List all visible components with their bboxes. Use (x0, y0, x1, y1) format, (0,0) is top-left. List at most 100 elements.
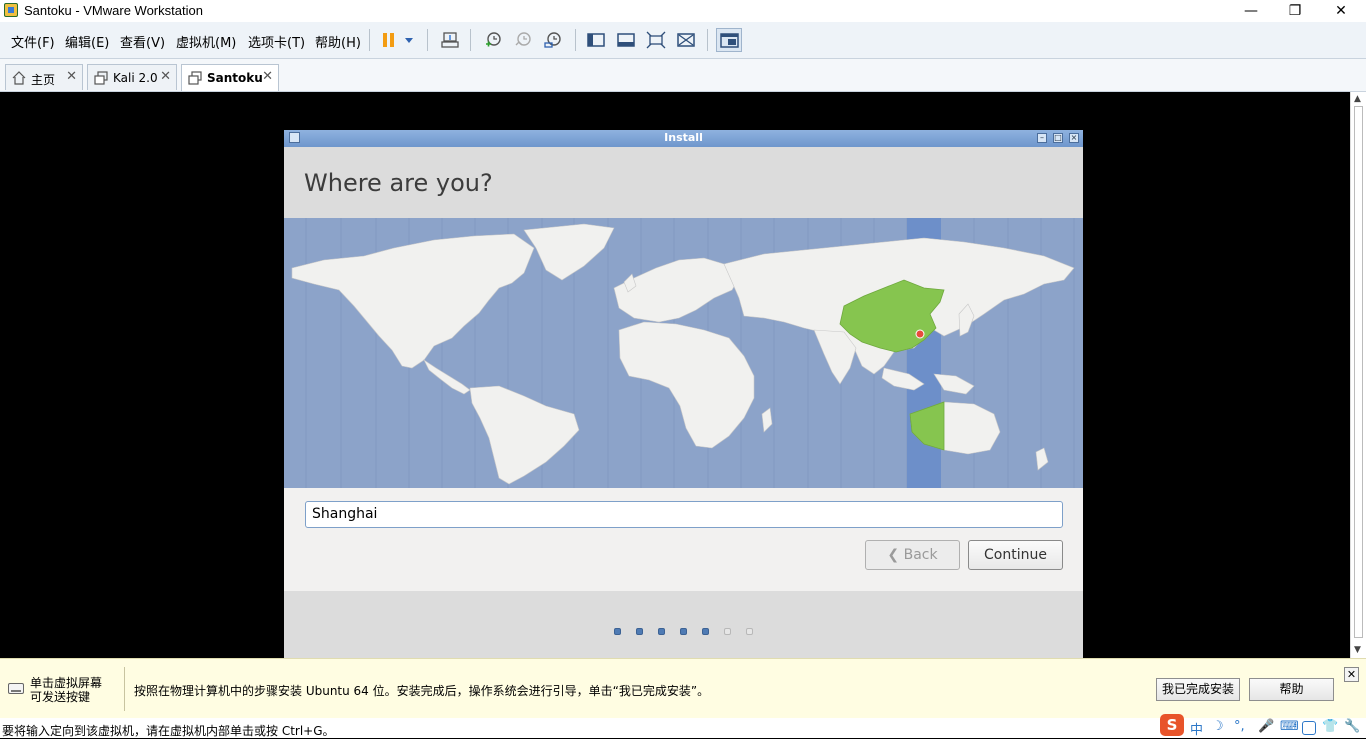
sogou-logo-icon[interactable]: S (1160, 714, 1184, 736)
library-view-button[interactable] (716, 28, 742, 52)
installer-titlebar: Install – □ × (284, 130, 1083, 147)
close-tab-icon[interactable]: ✕ (66, 69, 77, 84)
pause-dropdown-button[interactable] (400, 28, 418, 52)
scroll-up-icon[interactable]: ▲ (1354, 94, 1361, 104)
installer-close-button[interactable]: × (1069, 133, 1079, 143)
vm-icon (94, 71, 108, 85)
progress-dot (680, 628, 687, 635)
install-instruction-text: 按照在物理计算机中的步骤安装 Ubuntu 64 位。安装完成后，操作系统会进行… (134, 684, 710, 698)
vm-icon (188, 71, 202, 85)
location-marker-icon[interactable] (915, 329, 925, 339)
progress-dot (702, 628, 709, 635)
menu-tabs[interactable]: 选项卡(T) (248, 32, 305, 51)
vmware-app-icon (4, 3, 18, 17)
tab-bar: 主页 ✕ Kali 2.0 ✕ Santoku ✕ (0, 59, 1366, 92)
toolbar-separator (427, 29, 428, 51)
menu-vm[interactable]: 虚拟机(M) (176, 32, 236, 51)
timezone-world-map[interactable] (284, 218, 1083, 488)
ime-keyboard-icon[interactable]: ⌨ (1280, 719, 1299, 734)
close-button[interactable]: ✕ (1318, 0, 1364, 22)
scrollbar-thumb[interactable] (1354, 106, 1363, 638)
continue-button[interactable]: Continue (968, 540, 1063, 570)
menu-help[interactable]: 帮助(H) (315, 32, 361, 51)
toolbar-separator (369, 29, 370, 51)
tab-santoku[interactable]: Santoku ✕ (181, 64, 279, 91)
menu-toolbar: 文件(F) 编辑(E) 查看(V) 虚拟机(M) 选项卡(T) 帮助(H) (0, 22, 1366, 59)
ime-user-icon[interactable] (1302, 721, 1316, 735)
unity-button[interactable] (673, 28, 699, 52)
snapshot-manager-button[interactable] (540, 28, 566, 52)
ime-skin-icon[interactable]: 👕 (1322, 719, 1338, 734)
console-view-icon (617, 33, 635, 47)
tab-label: Santoku (207, 71, 263, 85)
progress-dot (614, 628, 621, 635)
dropdown-icon (405, 38, 413, 43)
back-button[interactable]: ❮ Back (865, 540, 960, 570)
snapshot-manager-icon (544, 32, 561, 48)
pause-button[interactable] (378, 28, 398, 52)
progress-dot (658, 628, 665, 635)
take-snapshot-button[interactable] (480, 28, 506, 52)
toolbar-separator (470, 29, 471, 51)
fullscreen-icon (646, 31, 666, 49)
fullscreen-button[interactable] (643, 28, 669, 52)
sidebar-toggle-button[interactable] (583, 28, 609, 52)
snapshot-revert-icon (515, 32, 531, 46)
status-text: 要将输入定向到该虚拟机，请在虚拟机内部单击或按 Ctrl+G。 (2, 724, 335, 738)
installer-window: Install – □ × Where are you? Shanghai ❮ … (284, 130, 1083, 658)
pause-icon (383, 33, 394, 47)
back-arrow-icon: ❮ (887, 547, 900, 563)
vertical-scrollbar[interactable]: ▲ ▼ (1350, 92, 1366, 658)
hint-close-icon[interactable]: ✕ (1344, 667, 1359, 682)
installer-maximize-button[interactable]: □ (1053, 133, 1063, 143)
installer-minimize-button[interactable]: – (1037, 133, 1047, 143)
ime-toolbar: S 中 ☽ °, 🎤 ⌨ 👕 🔧 (1158, 714, 1366, 738)
window-title: Santoku - VMware Workstation (24, 3, 203, 18)
maximize-button[interactable]: ❐ (1272, 0, 1318, 22)
keyboard-icon (8, 683, 24, 694)
send-ctrl-alt-del-icon (441, 32, 459, 48)
close-tab-icon[interactable]: ✕ (262, 69, 273, 84)
tab-label: 主页 (31, 73, 56, 87)
tab-home[interactable]: 主页 ✕ (5, 64, 83, 90)
hint-divider (124, 667, 125, 711)
installer-heading: Where are you? (304, 169, 493, 197)
send-ctrl-alt-del-button[interactable] (437, 28, 463, 52)
library-view-icon (720, 33, 739, 48)
window-titlebar: Santoku - VMware Workstation — ❐ ✕ (0, 0, 1366, 22)
menu-file[interactable]: 文件(F) (11, 32, 55, 51)
ime-mode-toggle[interactable]: 中 (1190, 719, 1203, 738)
scroll-down-icon[interactable]: ▼ (1354, 645, 1361, 655)
installer-header: Where are you? (284, 147, 1083, 218)
toolbar-separator (707, 29, 708, 51)
sidebar-toggle-icon (587, 33, 605, 47)
ime-voice-icon[interactable]: 🎤 (1258, 719, 1274, 734)
location-input[interactable]: Shanghai (305, 501, 1063, 528)
close-tab-icon[interactable]: ✕ (160, 69, 171, 84)
menu-view[interactable]: 查看(V) (120, 32, 165, 51)
console-view-button[interactable] (613, 28, 639, 52)
unity-icon (677, 33, 695, 47)
ime-tools-icon[interactable]: 🔧 (1344, 719, 1360, 734)
home-icon (12, 71, 26, 85)
installer-progress-footer (284, 591, 1083, 658)
tab-label: Kali 2.0 (113, 71, 158, 85)
ime-halfwidth-icon[interactable]: ☽ (1212, 719, 1224, 734)
click-screen-hint: 单击虚拟屏幕 可发送按键 (30, 676, 102, 704)
hint-line: 可发送按键 (30, 690, 91, 704)
progress-dot (724, 628, 731, 635)
install-hint-bar: 单击虚拟屏幕 可发送按键 按照在物理计算机中的步骤安装 Ubuntu 64 位。… (0, 658, 1366, 719)
hint-line: 单击虚拟屏幕 (30, 676, 103, 690)
help-button[interactable]: 帮助 (1249, 678, 1334, 701)
back-button-label: Back (903, 547, 938, 563)
menu-edit[interactable]: 编辑(E) (65, 32, 109, 51)
minimize-button[interactable]: — (1228, 0, 1274, 22)
tab-kali[interactable]: Kali 2.0 ✕ (87, 64, 177, 90)
progress-dot (636, 628, 643, 635)
finished-install-button[interactable]: 我已完成安装 (1156, 678, 1240, 701)
status-bar: 要将输入定向到该虚拟机，请在虚拟机内部单击或按 Ctrl+G。 S 中 ☽ °,… (0, 714, 1366, 738)
ime-punctuation-icon[interactable]: °, (1234, 719, 1245, 734)
revert-snapshot-button[interactable] (510, 28, 536, 52)
toolbar-separator (575, 29, 576, 51)
snapshot-take-icon (486, 32, 501, 47)
